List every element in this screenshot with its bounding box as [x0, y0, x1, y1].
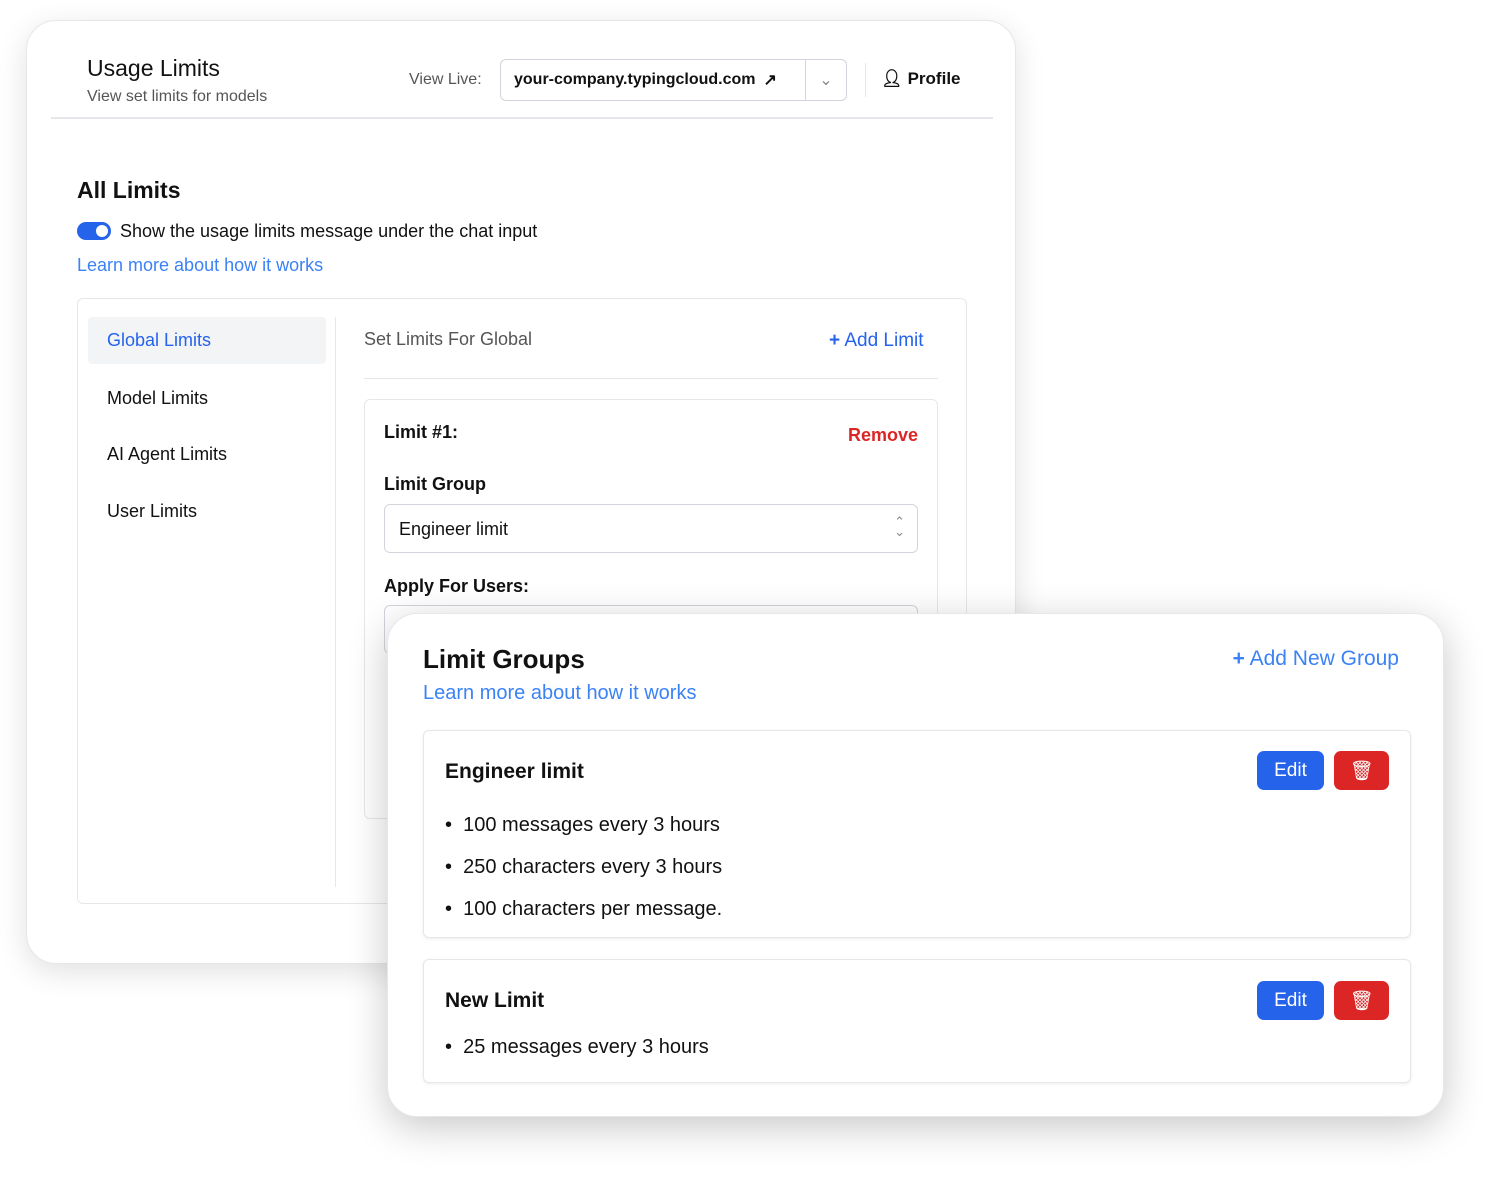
domain-text: your-company.typingcloud.com: [514, 71, 756, 88]
rule-item: • 100 characters per message.: [445, 898, 723, 920]
trash-icon: 🗑︎: [1349, 760, 1374, 782]
panel-divider: [364, 378, 938, 379]
rule-item: • 25 messages every 3 hours: [445, 1036, 709, 1058]
sidebar-item-model-limits[interactable]: Model Limits: [107, 388, 208, 409]
all-limits-title: All Limits: [77, 177, 181, 203]
domain-link[interactable]: your-company.typingcloud.com ↗: [501, 60, 806, 100]
header-divider: [51, 117, 993, 119]
rule-item: • 100 messages every 3 hours: [445, 814, 720, 836]
group-name: New Limit: [445, 989, 545, 1012]
add-limit-label: Add Limit: [844, 330, 924, 351]
group-card: New Limit Edit 🗑︎ • 25 messages every 3 …: [423, 959, 1411, 1083]
limit-groups-title: Limit Groups: [423, 644, 585, 674]
chevron-down-icon[interactable]: ⌄: [806, 60, 846, 100]
panel-title: Set Limits For Global: [364, 329, 533, 349]
external-link-icon: ↗: [763, 72, 777, 89]
divider: [865, 63, 866, 97]
apply-users-label: Apply For Users:: [384, 576, 530, 596]
trash-icon: 🗑︎: [1349, 990, 1374, 1012]
edit-button[interactable]: Edit: [1257, 751, 1324, 790]
delete-button[interactable]: 🗑︎: [1334, 981, 1389, 1020]
add-new-group-button[interactable]: + Add New Group: [1233, 647, 1399, 671]
rule-item: • 250 characters every 3 hours: [445, 856, 723, 878]
toggle-label: Show the usage limits message under the …: [120, 221, 538, 241]
learn-more-link[interactable]: Learn more about how it works: [423, 682, 696, 705]
sidebar-item-global-limits[interactable]: Global Limits: [88, 317, 326, 364]
user-icon: 👤︎: [881, 69, 903, 88]
limit-title: Limit #1:: [384, 422, 459, 442]
limit-group-label: Limit Group: [384, 474, 486, 494]
updown-chevron-icon: ⌃ ⌄: [894, 514, 905, 539]
learn-more-link[interactable]: Learn more about how it works: [77, 255, 323, 276]
sidebar-divider: [335, 317, 336, 887]
delete-button[interactable]: 🗑︎: [1334, 751, 1389, 790]
edit-button[interactable]: Edit: [1257, 981, 1324, 1020]
domain-select[interactable]: your-company.typingcloud.com ↗ ⌄: [500, 59, 847, 101]
sidebar-item-ai-agent-limits[interactable]: AI Agent Limits: [107, 444, 227, 465]
profile-label: Profile: [907, 69, 961, 88]
view-live-label: View Live:: [409, 71, 482, 88]
remove-button[interactable]: Remove: [848, 425, 918, 446]
group-card: Engineer limit Edit 🗑︎ • 100 messages ev…: [423, 730, 1411, 938]
rules-list: • 100 messages every 3 hours • 250 chara…: [445, 804, 722, 930]
limit-groups-card: Limit Groups Learn more about how it wor…: [387, 613, 1444, 1117]
page-title: Usage Limits: [87, 55, 220, 81]
limit-group-value: Engineer limit: [399, 519, 509, 539]
profile-button[interactable]: 👤︎ Profile: [881, 69, 961, 89]
add-limit-button[interactable]: + Add Limit: [829, 330, 924, 352]
usage-message-toggle[interactable]: [77, 222, 111, 240]
add-new-group-label: Add New Group: [1249, 647, 1399, 670]
limit-group-select[interactable]: Engineer limit ⌃ ⌄: [384, 504, 918, 553]
group-name: Engineer limit: [445, 760, 584, 783]
sidebar-item-label: Global Limits: [107, 330, 212, 350]
page-subtitle: View set limits for models: [87, 88, 268, 105]
sidebar-item-user-limits[interactable]: User Limits: [107, 501, 197, 522]
